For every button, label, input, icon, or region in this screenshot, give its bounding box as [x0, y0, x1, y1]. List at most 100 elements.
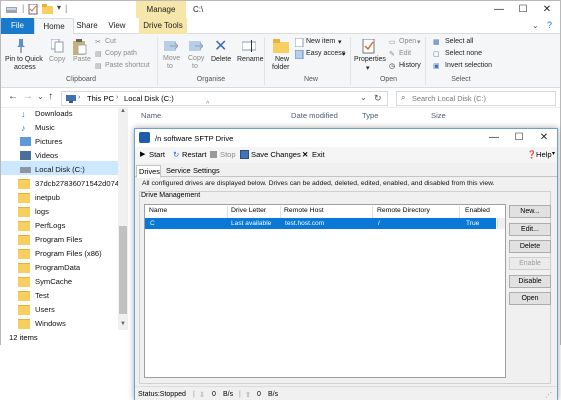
- copy-path-icon: ▤: [95, 51, 102, 58]
- exit-button[interactable]: Exit: [312, 150, 325, 159]
- grid-column-divider: [372, 206, 373, 218]
- address-dropdown-icon[interactable]: ⌄: [360, 93, 367, 102]
- enable-drive-button[interactable]: Enable: [509, 257, 551, 270]
- resize-grip-icon[interactable]: ⋰: [545, 391, 552, 399]
- folder-icon: [18, 319, 30, 329]
- delete-drive-button[interactable]: Delete: [509, 240, 551, 253]
- start-button[interactable]: Start: [149, 150, 165, 159]
- pin-quick-access-label[interactable]: Pin to Quick: [5, 56, 43, 63]
- grid-scrollbar[interactable]: [497, 218, 505, 229]
- open-button[interactable]: Open: [399, 38, 416, 45]
- breadcrumb-chevron-icon[interactable]: ›: [116, 94, 118, 101]
- stop-icon: [210, 151, 217, 158]
- disable-drive-button[interactable]: Disable: [509, 275, 551, 288]
- back-arrow-icon[interactable]: ←: [8, 91, 18, 102]
- exit-icon: ✕: [302, 150, 309, 159]
- help-icon[interactable]: ?: [547, 20, 552, 30]
- new-drive-button[interactable]: New...: [509, 205, 551, 218]
- minimize-icon[interactable]: —: [486, 1, 512, 18]
- maximize-icon[interactable]: ☐: [506, 129, 532, 147]
- scroll-down-icon[interactable]: ▼: [120, 321, 126, 327]
- help-menu[interactable]: Help: [536, 150, 552, 159]
- copy-button[interactable]: Copy: [49, 56, 65, 63]
- delete-button[interactable]: Delete: [211, 56, 231, 63]
- grid-header-remote-directory[interactable]: Remote Directory: [377, 207, 430, 214]
- paste-button[interactable]: Paste: [73, 56, 91, 63]
- nav-scrollbar-thumb[interactable]: [119, 226, 127, 314]
- tab-file[interactable]: File: [1, 18, 34, 34]
- new-folder-button[interactable]: New: [275, 56, 289, 63]
- grid-header-name[interactable]: Name: [149, 207, 167, 214]
- refresh-icon[interactable]: ↻: [374, 93, 382, 104]
- open-drive-button[interactable]: Open: [509, 292, 551, 305]
- save-changes-button[interactable]: Save Changes: [251, 150, 301, 159]
- select-none-button[interactable]: Select none: [445, 50, 482, 57]
- upload-rate-unit: B/s: [268, 391, 279, 398]
- edit-drive-button[interactable]: Edit...: [509, 223, 551, 236]
- new-item-dropdown-icon[interactable]: ▾: [338, 38, 342, 46]
- drive-icon: [20, 167, 31, 173]
- column-date-modified[interactable]: Date modified: [291, 111, 338, 120]
- cut-button[interactable]: Cut: [105, 38, 116, 45]
- tab-share[interactable]: Share: [75, 18, 99, 34]
- search-input[interactable]: ⌕ Search Local Disk (C:): [396, 91, 556, 106]
- select-all-button[interactable]: Select all: [445, 38, 473, 45]
- play-icon: ▶: [140, 151, 146, 158]
- column-size[interactable]: Size: [431, 111, 446, 120]
- history-icon: ◷: [389, 63, 396, 70]
- new-folder-quick-icon[interactable]: [42, 4, 53, 14]
- pin-quick-access-label-2[interactable]: access: [14, 64, 36, 71]
- address-bar[interactable]: › This PC › Local Disk (C:) ⌄ ↻: [61, 91, 388, 106]
- minimize-icon[interactable]: —: [481, 129, 507, 147]
- sftp-tab-bar: Drives Service Settings: [135, 163, 557, 178]
- separator-glyph: |: [65, 3, 68, 13]
- folder-icon: [18, 249, 30, 259]
- open-dropdown-icon[interactable]: ▾: [417, 38, 421, 46]
- rename-button[interactable]: Rename: [237, 56, 263, 63]
- tab-drives[interactable]: Drives: [136, 165, 161, 178]
- search-placeholder: Search Local Disk (C:): [412, 94, 486, 103]
- properties-quick-icon[interactable]: [28, 4, 38, 15]
- new-item-button[interactable]: New item: [306, 38, 335, 45]
- ribbon-expand-icon[interactable]: ⌄: [532, 21, 539, 30]
- paste-shortcut-button[interactable]: Paste shortcut: [105, 62, 150, 69]
- easy-access-button[interactable]: Easy access: [306, 50, 345, 57]
- close-icon[interactable]: ✕: [534, 1, 560, 18]
- copy-to-button[interactable]: Copy: [188, 55, 204, 62]
- scroll-up-icon[interactable]: ▲: [120, 108, 126, 114]
- breadcrumb-chevron-icon[interactable]: ›: [78, 94, 80, 101]
- grid-header-enabled[interactable]: Enabled: [465, 207, 490, 214]
- separator-glyph: |: [22, 3, 25, 13]
- close-icon[interactable]: ✕: [531, 129, 557, 147]
- properties-dropdown-icon[interactable]: ▾: [366, 64, 370, 72]
- copy-path-button[interactable]: Copy path: [105, 50, 137, 57]
- tab-home[interactable]: Home: [34, 18, 74, 35]
- column-name[interactable]: Name: [141, 111, 161, 120]
- grid-header-drive-letter[interactable]: Drive Letter: [231, 207, 266, 214]
- edit-button[interactable]: Edit: [399, 50, 411, 57]
- properties-button[interactable]: Properties: [354, 56, 386, 63]
- tab-drive-tools[interactable]: Drive Tools: [139, 18, 187, 34]
- forward-arrow-icon[interactable]: →: [23, 91, 33, 102]
- properties-icon: [362, 39, 375, 54]
- rename-icon: [242, 40, 256, 52]
- restart-button[interactable]: Restart: [182, 150, 206, 159]
- easy-access-dropdown-icon[interactable]: ▾: [342, 50, 346, 58]
- tab-service[interactable]: Service: [164, 165, 193, 177]
- invert-selection-button[interactable]: Invert selection: [445, 62, 492, 69]
- ribbon-separator: [350, 37, 351, 85]
- maximize-icon[interactable]: ☐: [510, 1, 536, 18]
- tab-settings[interactable]: Settings: [191, 165, 222, 177]
- help-dropdown-icon[interactable]: ▾: [552, 150, 555, 157]
- up-arrow-icon[interactable]: ↑: [48, 91, 53, 102]
- move-to-button[interactable]: Move: [163, 55, 180, 62]
- quick-access-dropdown-icon[interactable]: ▾: [57, 3, 61, 12]
- breadcrumb-this-pc[interactable]: This PC: [87, 94, 114, 103]
- recent-locations-icon[interactable]: ⌄: [37, 92, 44, 101]
- column-type[interactable]: Type: [362, 111, 378, 120]
- grid-header-remote-host[interactable]: Remote Host: [284, 207, 324, 214]
- breadcrumb-local-disk[interactable]: Local Disk (C:): [124, 94, 174, 103]
- stop-button[interactable]: Stop: [220, 150, 236, 159]
- history-button[interactable]: History: [399, 62, 421, 69]
- tab-view[interactable]: View: [105, 18, 129, 34]
